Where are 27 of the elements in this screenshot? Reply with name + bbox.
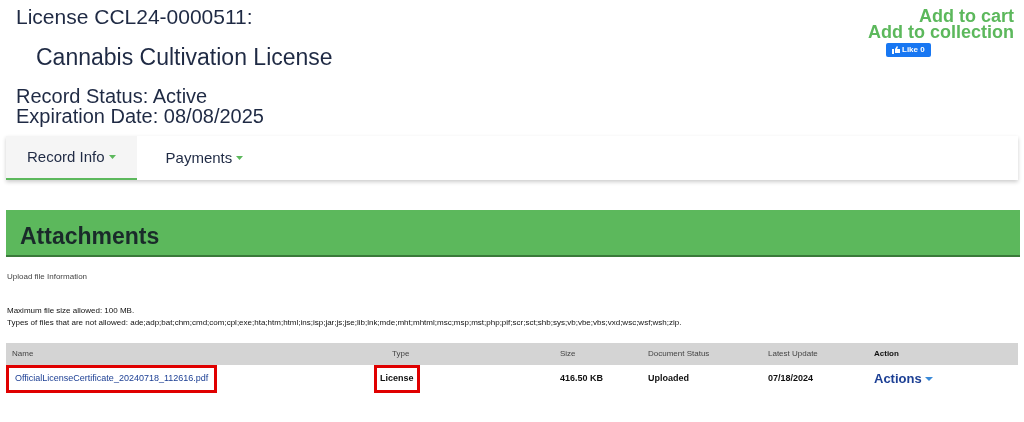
- max-size-note: Maximum file size allowed: 100 MB.: [7, 305, 136, 317]
- column-header: Action: [873, 348, 900, 360]
- disallowed-types-note: Types of files that are not allowed: ade;adp;bat;chm;cmd;com;cpl;exe;hta;htm;html;ins;isp;jar;js;jse;lib;lnk;mde;mht;mhtml;msc;msp;mst;php;pif;scr;sct;shb;sys;vb;vbe;vbs;vxd;wsc;wsf;wsh;zip.: [7, 317, 683, 329]
- column-header: Name: [11, 348, 35, 360]
- record-status: Record Status: Active: [16, 86, 209, 106]
- table-cell: License: [374, 365, 420, 393]
- license-number: License CCL24-0000511:: [16, 4, 254, 30]
- license-type: Cannabis Cultivation License: [36, 43, 333, 72]
- tab[interactable]: Record Info: [6, 136, 137, 180]
- column-header: Size: [559, 348, 577, 360]
- file-link[interactable]: OfficialLicenseCertificate_20240718_112616.pdf: [6, 365, 218, 393]
- like-button[interactable]: Like 0: [886, 43, 931, 57]
- column-header: Type: [391, 348, 411, 360]
- table-cell-text: Uploaded: [647, 372, 690, 386]
- caret-icon: [924, 377, 933, 381]
- caret-icon: [108, 155, 116, 159]
- actions-menu[interactable]: Actions: [868, 366, 936, 392]
- expiration-date: Expiration Date: 08/08/2025: [16, 106, 265, 126]
- column-header: Document Status: [647, 348, 711, 360]
- table-cell-text: 07/18/2024: [767, 372, 815, 386]
- table-cell-text: 416.50 KB: [559, 372, 605, 386]
- section-title: Attachments: [20, 223, 160, 249]
- caret-icon: [236, 156, 244, 160]
- tab[interactable]: Payments: [136, 136, 273, 180]
- upload-info: Upload file Information: [7, 271, 89, 283]
- column-header: Latest Update: [767, 348, 819, 360]
- thumbs-up-icon: [892, 46, 900, 54]
